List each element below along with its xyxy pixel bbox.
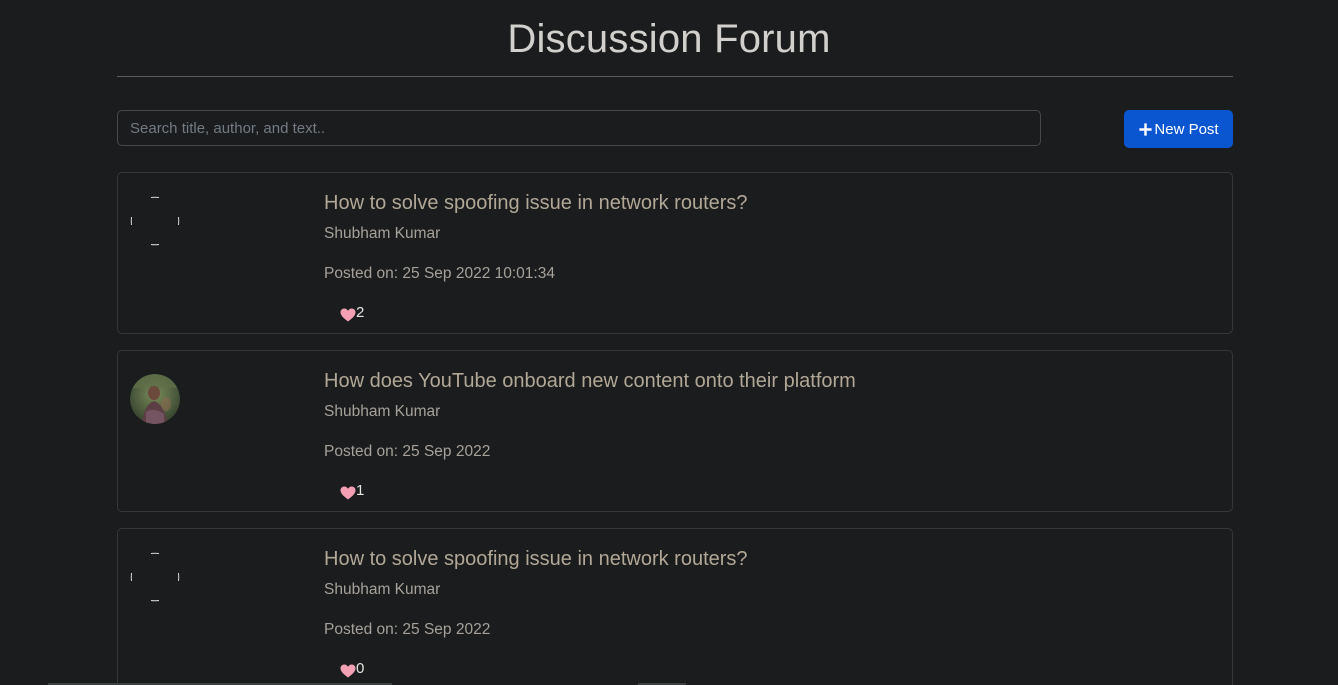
forum-page: Discussion Forum New Post How to solve s… [0, 0, 1338, 685]
plus-icon [1139, 123, 1152, 136]
post-card[interactable]: How to solve spoofing issue in network r… [117, 528, 1233, 685]
like-count: 1 [356, 482, 365, 499]
broken-image-icon [130, 196, 180, 246]
like-count: 2 [356, 304, 365, 321]
post-title[interactable]: How to solve spoofing issue in network r… [324, 546, 748, 572]
post-author: Shubham Kumar [324, 403, 441, 420]
post-date: Posted on: 25 Sep 2022 10:01:34 [324, 265, 555, 282]
broken-image-icon [130, 552, 180, 602]
user-photo [130, 374, 180, 424]
post-date: Posted on: 25 Sep 2022 [324, 443, 491, 460]
author-avatar [130, 374, 180, 424]
heart-icon [340, 486, 356, 500]
author-avatar [130, 196, 180, 246]
new-post-button[interactable]: New Post [1124, 110, 1233, 148]
post-title[interactable]: How does YouTube onboard new content ont… [324, 368, 856, 394]
post-author: Shubham Kumar [324, 581, 441, 598]
heart-icon [340, 308, 356, 322]
like-button[interactable]: 1 [340, 481, 364, 501]
post-author: Shubham Kumar [324, 225, 441, 242]
post-card[interactable]: How to solve spoofing issue in network r… [117, 172, 1233, 334]
like-count: 0 [356, 660, 365, 677]
author-avatar [130, 552, 180, 602]
post-date: Posted on: 25 Sep 2022 [324, 621, 491, 638]
post-card[interactable]: How does YouTube onboard new content ont… [117, 350, 1233, 512]
post-title[interactable]: How to solve spoofing issue in network r… [324, 190, 748, 216]
like-button[interactable]: 2 [340, 303, 364, 323]
heart-icon [340, 664, 356, 678]
page-title: Discussion Forum [507, 17, 831, 61]
search-input[interactable] [117, 110, 1041, 146]
new-post-label: New Post [1154, 120, 1219, 138]
like-button[interactable]: 0 [340, 659, 364, 679]
title-divider [117, 76, 1233, 77]
